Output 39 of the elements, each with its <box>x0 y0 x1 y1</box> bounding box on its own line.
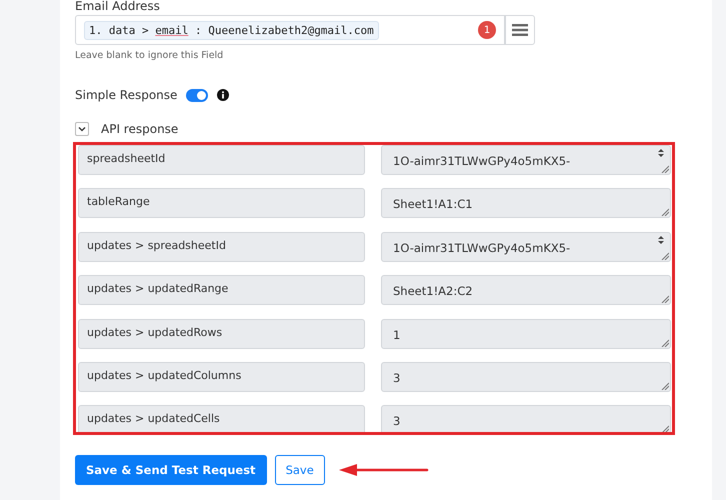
chevron-icon <box>78 126 86 132</box>
count-badge: 1 <box>478 21 496 39</box>
resize-grip-icon <box>661 295 669 304</box>
menu-icon <box>512 24 528 36</box>
resize-grip-icon <box>661 208 669 216</box>
resize-grip-icon <box>661 252 669 260</box>
value-field[interactable]: 1O-aimr31TLWwGPy4o5mKX5- <box>381 232 671 262</box>
value-field[interactable]: 3 <box>381 405 671 432</box>
toggle-switch[interactable] <box>186 88 208 102</box>
value-field[interactable]: 3 <box>381 362 671 392</box>
spinner-icon <box>657 148 665 158</box>
value-field[interactable]: 1 <box>381 318 671 349</box>
arrow-icon <box>338 464 429 476</box>
resize-grip-icon <box>661 382 669 390</box>
key-field: updates > spreadsheetId <box>78 232 365 262</box>
simple-response-label: Simple Response <box>75 88 178 102</box>
key-field: updates > updatedColumns <box>78 362 365 392</box>
value-field[interactable]: Sheet1!A1:C1 <box>381 188 671 218</box>
menu-button[interactable] <box>505 15 535 45</box>
mapped-value-tag: 1. data > email : Queenelizabeth2@gmail.com <box>84 20 379 40</box>
save-button[interactable]: Save <box>274 455 325 485</box>
key-field: updates > updatedRange <box>78 275 365 306</box>
save-and-send-button[interactable]: Save & Send Test Request <box>75 455 267 485</box>
key-field: spreadsheetId <box>78 145 365 175</box>
resize-grip-icon <box>661 165 669 173</box>
resize-grip-icon <box>661 338 669 347</box>
email-field[interactable]: 1. data > email : Queenelizabeth2@gmail.com 1 <box>75 15 505 45</box>
info-icon <box>217 89 230 101</box>
resize-grip-icon <box>661 425 669 432</box>
spinner-icon <box>657 234 665 245</box>
value-field[interactable]: Sheet1!A2:C2 <box>381 275 671 306</box>
collapse-toggle[interactable] <box>75 122 89 136</box>
key-field: updates > updatedRows <box>78 318 365 349</box>
key-field: tableRange <box>78 188 365 218</box>
key-field: updates > updatedCells <box>78 405 365 432</box>
field-label: Email Address <box>75 0 161 12</box>
section-title: API response <box>101 122 178 136</box>
value-field[interactable]: 1O-aimr31TLWwGPy4o5mKX5- <box>381 145 671 175</box>
field-hint: Leave blank to ignore this Field <box>75 50 224 61</box>
